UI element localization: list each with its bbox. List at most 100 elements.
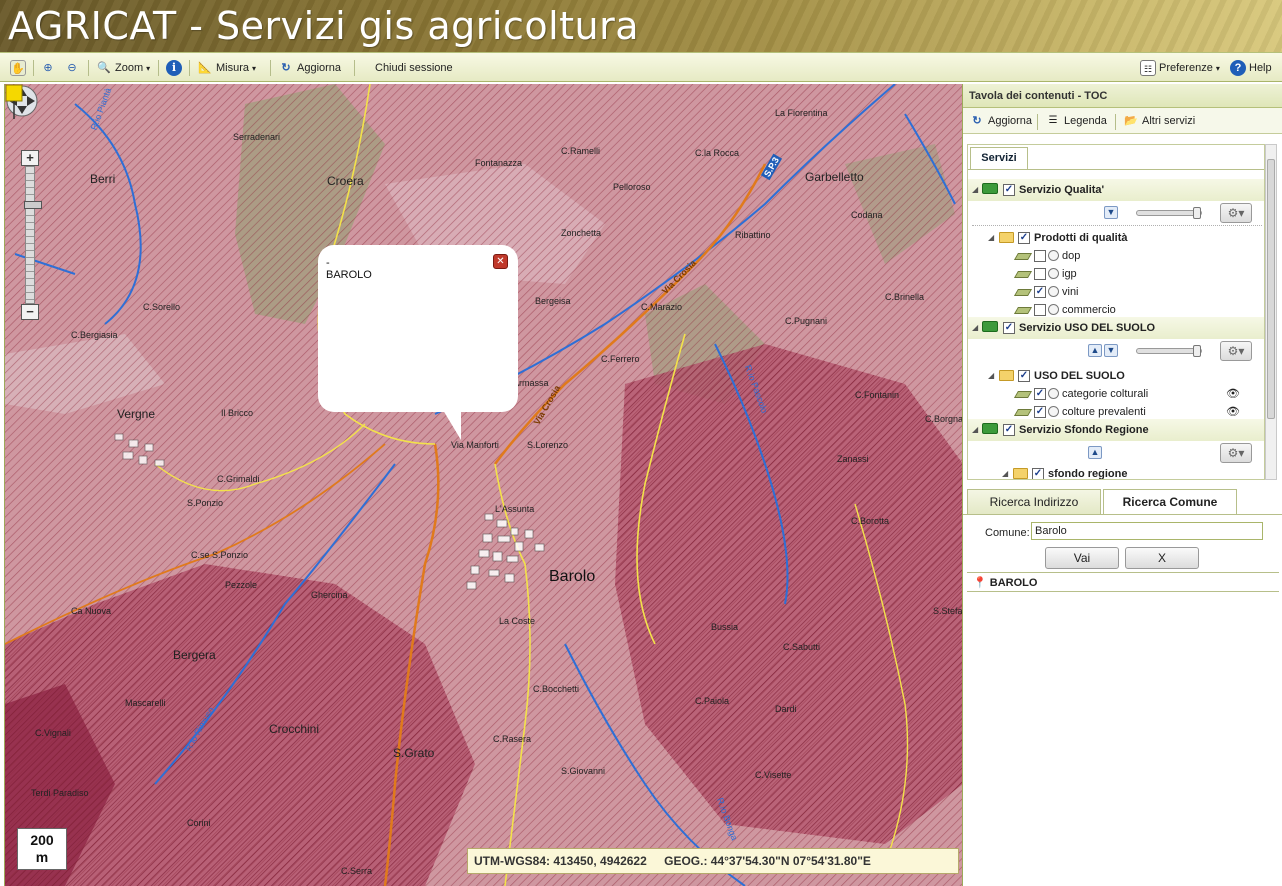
- map-view[interactable]: Berri Serradenari Croera Fontanazza C.Ra…: [4, 84, 962, 886]
- toc-aggiorna-label: Aggiorna: [988, 115, 1033, 127]
- scrollbar-thumb[interactable]: [1267, 159, 1275, 419]
- service-row-sfondo[interactable]: ◢ ✓ Servizio Sfondo Regione: [968, 419, 1264, 441]
- altri-servizi-button[interactable]: 📂 Altri servizi: [1123, 111, 1195, 131]
- tree-expand-icon[interactable]: ◢: [1002, 469, 1008, 478]
- tree-expand-icon[interactable]: ◢: [972, 323, 978, 332]
- zoom-out-button[interactable]: ⊖: [64, 58, 80, 78]
- popup-close-button[interactable]: ✕: [493, 254, 508, 269]
- group-checkbox[interactable]: ✓: [1018, 370, 1030, 382]
- gear-icon[interactable]: ⚙▾: [1220, 443, 1252, 463]
- place-label: C.Bocchetti: [533, 684, 580, 694]
- group-row[interactable]: ◢ ✓ Prodotti di qualità: [968, 229, 1264, 247]
- layer-checkbox[interactable]: [1034, 268, 1046, 280]
- move-up-icon[interactable]: ▲: [1088, 344, 1102, 357]
- help-button[interactable]: ? Help: [1230, 58, 1272, 78]
- layer-checkbox[interactable]: ✓: [1034, 388, 1046, 400]
- layer-row[interactable]: ✓ categorie colturali 👁: [968, 385, 1264, 403]
- gear-icon[interactable]: ⚙▾: [1220, 341, 1252, 361]
- side-panel: Tavola dei contenuti - TOC ↻ Aggiorna ☰ …: [962, 84, 1282, 886]
- service-checkbox[interactable]: ✓: [1003, 424, 1015, 436]
- tab-ricerca-comune[interactable]: Ricerca Comune: [1103, 489, 1237, 515]
- search-result-row[interactable]: 📍 BAROLO: [967, 572, 1279, 592]
- zoom-out-control[interactable]: −: [21, 304, 39, 320]
- layer-radio[interactable]: [1048, 286, 1059, 297]
- tree-expand-icon[interactable]: ◢: [988, 371, 994, 380]
- opacity-slider-thumb[interactable]: [1193, 345, 1201, 357]
- gear-icon[interactable]: ⚙▾: [1220, 203, 1252, 223]
- toc-scrollbar[interactable]: [1265, 144, 1277, 480]
- group-checkbox[interactable]: ✓: [1018, 232, 1030, 244]
- layer-checkbox[interactable]: ✓: [1034, 406, 1046, 418]
- toc-title: Tavola dei contenuti - TOC: [963, 84, 1282, 108]
- opacity-slider[interactable]: [1136, 207, 1202, 219]
- zoom-slider[interactable]: [24, 166, 42, 304]
- layer-radio[interactable]: [1048, 388, 1059, 399]
- zoom-label: Zoom: [115, 62, 144, 74]
- layer-radio[interactable]: [1048, 406, 1059, 417]
- zoom-menu-button[interactable]: 🔍 Zoom ▾: [96, 58, 150, 78]
- zoom-in-button[interactable]: ⊕: [40, 58, 56, 78]
- place-label: S.Lorenzo: [527, 440, 569, 450]
- visibility-eye-icon[interactable]: 👁: [1226, 405, 1240, 418]
- place-label: C.Bergiasia: [71, 330, 118, 340]
- vai-button[interactable]: Vai: [1045, 547, 1119, 569]
- move-up-icon[interactable]: ▲: [1088, 446, 1102, 459]
- geographic-coordinates: GEOG.: 44°37'54.30"N 07°54'31.80"E: [664, 854, 871, 868]
- opacity-slider-thumb[interactable]: [1193, 207, 1201, 219]
- layer-checkbox[interactable]: [1034, 304, 1046, 316]
- place-label: Bergeisa: [535, 296, 571, 306]
- place-label: Armassa: [513, 378, 549, 388]
- place-label: C.Borotta: [851, 516, 890, 526]
- layer-radio[interactable]: [1048, 268, 1059, 279]
- info-button[interactable]: i: [166, 58, 182, 78]
- layer-row[interactable]: igp: [968, 265, 1264, 283]
- move-down-icon[interactable]: ▼: [1104, 344, 1118, 357]
- layer-radio[interactable]: [1048, 304, 1059, 315]
- group-row[interactable]: ◢ ✓ USO DEL SUOLO: [968, 367, 1264, 385]
- move-down-icon[interactable]: ▼: [1104, 206, 1118, 219]
- service-checkbox[interactable]: ✓: [1003, 184, 1015, 196]
- misura-menu-button[interactable]: 📐 Misura ▾: [197, 58, 256, 78]
- toc-aggiorna-button[interactable]: ↻ Aggiorna: [969, 111, 1032, 131]
- tab-ricerca-indirizzo[interactable]: Ricerca Indirizzo: [967, 489, 1101, 515]
- service-checkbox[interactable]: ✓: [1003, 322, 1015, 334]
- tree-expand-icon[interactable]: ◢: [972, 185, 978, 194]
- tree-expand-icon[interactable]: ◢: [972, 425, 978, 434]
- layer-radio[interactable]: [1048, 250, 1059, 261]
- location-marker-icon[interactable]: [5, 84, 23, 120]
- preferenze-menu-button[interactable]: ☷ Preferenze ▾: [1140, 58, 1220, 78]
- magnifier-icon: 🔍: [97, 62, 111, 74]
- pan-tool-button[interactable]: ✋: [10, 58, 26, 78]
- zoom-slider-thumb[interactable]: [24, 201, 42, 209]
- toolbar-separator: [1115, 114, 1116, 130]
- chiudi-sessione-button[interactable]: Chiudi sessione: [375, 58, 453, 78]
- group-row[interactable]: ◢ ✓ sfondo regione: [968, 465, 1264, 480]
- layer-row[interactable]: dop: [968, 247, 1264, 265]
- layer-name: commercio: [1062, 304, 1116, 316]
- toolbar-separator: [1037, 114, 1038, 130]
- clear-button[interactable]: X: [1125, 547, 1199, 569]
- service-row-uso-suolo[interactable]: ◢ ✓ Servizio USO DEL SUOLO: [968, 317, 1264, 339]
- toolbar-separator: [158, 60, 159, 76]
- comune-input[interactable]: [1031, 522, 1263, 540]
- service-row-qualita[interactable]: ◢ ✓ Servizio Qualita': [968, 179, 1264, 201]
- layer-name: vini: [1062, 286, 1079, 298]
- group-checkbox[interactable]: ✓: [1032, 468, 1044, 479]
- opacity-slider[interactable]: [1136, 345, 1202, 357]
- aggiorna-button[interactable]: ↻ Aggiorna: [278, 58, 341, 78]
- scale-value: 200: [30, 832, 54, 848]
- popup-dash: -: [326, 257, 330, 269]
- layer-name: categorie colturali: [1062, 388, 1149, 400]
- tab-servizi[interactable]: Servizi: [970, 147, 1028, 169]
- place-label: C.Serra: [341, 866, 373, 876]
- legenda-button[interactable]: ☰ Legenda: [1045, 111, 1107, 131]
- visibility-eye-icon[interactable]: 👁: [1226, 387, 1240, 400]
- group-name: sfondo regione: [1048, 468, 1128, 480]
- layer-checkbox[interactable]: ✓: [1034, 286, 1046, 298]
- tree-expand-icon[interactable]: ◢: [988, 233, 994, 242]
- altri-servizi-label: Altri servizi: [1142, 115, 1196, 127]
- service-controls-sfondo: ▲ ⚙▾: [968, 441, 1264, 465]
- layer-row[interactable]: ✓ vini: [968, 283, 1264, 301]
- zoom-in-control[interactable]: +: [21, 150, 39, 166]
- layer-checkbox[interactable]: [1034, 250, 1046, 262]
